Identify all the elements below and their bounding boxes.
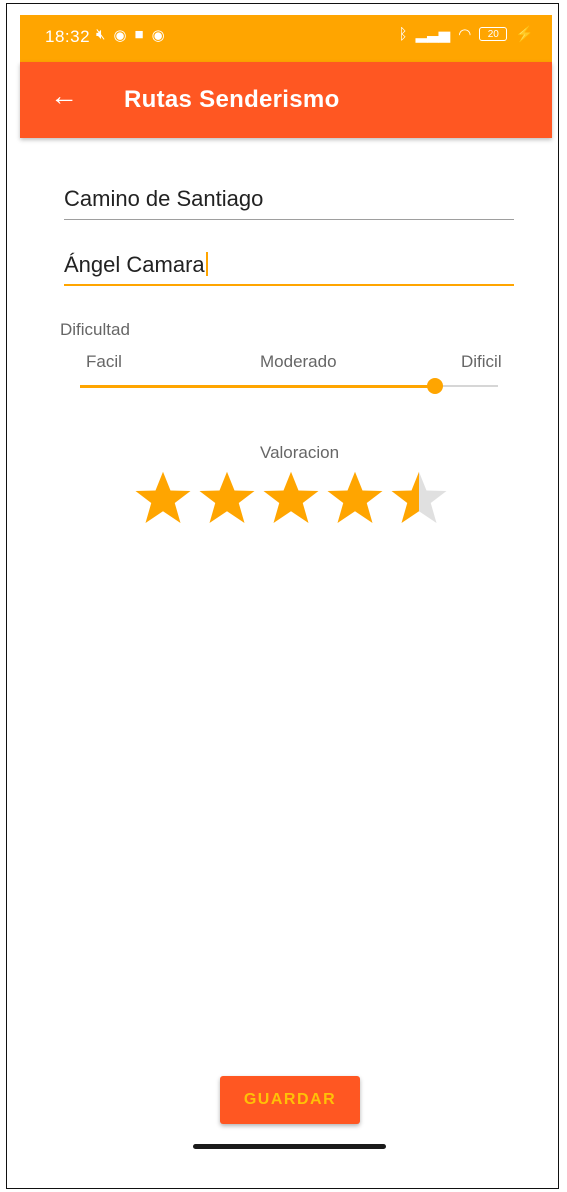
rating-bar[interactable] <box>132 468 450 528</box>
star-icon[interactable] <box>388 468 450 528</box>
star-icon[interactable] <box>260 468 322 528</box>
app-icon: ■ <box>134 26 144 43</box>
route-name-underline <box>64 219 514 220</box>
status-right-icons: ᛒ ▂▃▅ ◠ 20 ⚡ <box>398 25 534 44</box>
status-time: 18:32 <box>45 27 91 46</box>
bluetooth-icon: ᛒ <box>398 25 408 43</box>
app-title: Rutas Senderismo <box>124 86 340 113</box>
arrow-left-icon[interactable]: ← <box>50 80 78 112</box>
author-name-value: Ángel Camara <box>64 252 205 277</box>
save-button[interactable]: GUARDAR <box>220 1076 360 1124</box>
star-icon[interactable] <box>324 468 386 528</box>
slider-fill <box>80 385 436 388</box>
difficulty-label: Dificultad <box>60 320 130 339</box>
author-name-underline <box>64 284 514 286</box>
star-icon[interactable] <box>132 468 194 528</box>
wifi-icon: ◠ <box>458 26 472 43</box>
route-name-input[interactable]: Camino de Santiago <box>64 186 514 220</box>
app-bar: ← Rutas Senderismo <box>20 62 552 138</box>
status-bar: 18:32 🔇︎ ◉ ■ ◉ ᛒ ▂▃▅ ◠ 20 ⚡ <box>20 15 552 62</box>
battery-icon: 20 <box>479 27 508 41</box>
signal-icon: ▂▃▅ <box>415 26 451 43</box>
difficulty-slider[interactable] <box>80 378 498 394</box>
route-name-value: Camino de Santiago <box>64 186 264 211</box>
status-left-icons: 🔇︎ ◉ ■ ◉ <box>96 26 165 44</box>
notification-icon: ◉ <box>113 27 127 44</box>
difficulty-level-dificil: Dificil <box>461 352 502 371</box>
author-name-input[interactable]: Ángel Camara <box>64 252 514 286</box>
phone-frame <box>6 3 559 1189</box>
charging-icon: ⚡ <box>515 26 534 43</box>
home-indicator[interactable] <box>193 1144 386 1149</box>
rating-label: Valoracion <box>260 443 340 462</box>
notification-icon: ◉ <box>151 27 165 44</box>
difficulty-level-facil: Facil <box>86 352 122 371</box>
star-icon[interactable] <box>196 468 258 528</box>
text-cursor <box>205 252 208 276</box>
difficulty-level-moderado: Moderado <box>260 352 337 371</box>
mute-icon: 🔇︎ <box>96 26 106 43</box>
